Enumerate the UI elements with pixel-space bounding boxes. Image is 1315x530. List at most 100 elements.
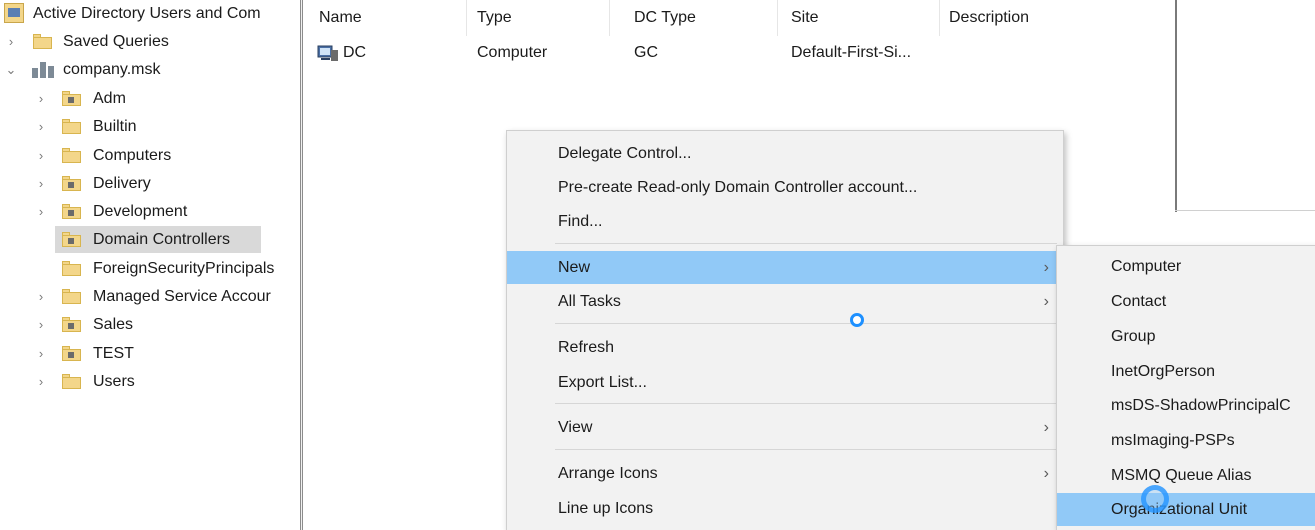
tree-item-label: Delivery bbox=[93, 175, 151, 192]
tree-item-builtin[interactable]: › Builtin bbox=[0, 113, 300, 140]
column-divider[interactable] bbox=[939, 0, 940, 36]
menu-item-precreate-rodc[interactable]: Pre-create Read-only Domain Controller a… bbox=[507, 171, 1063, 204]
console-tree[interactable]: Active Directory Users and Com › Saved Q… bbox=[0, 0, 300, 530]
tree-item-label: Sales bbox=[93, 316, 134, 333]
domain-icon bbox=[32, 62, 54, 78]
new-submenu: Computer Contact Group InetOrgPerson msD… bbox=[1056, 245, 1315, 530]
menu-item-new[interactable]: New › bbox=[507, 251, 1063, 284]
folder-icon bbox=[33, 34, 52, 49]
submenu-item-msimaging-psps[interactable]: msImaging-PSPs bbox=[1057, 424, 1315, 457]
menu-item-label: Arrange Icons bbox=[558, 465, 658, 482]
tree-root-label: Active Directory Users and Com bbox=[33, 5, 261, 22]
menu-item-label: Contact bbox=[1111, 293, 1167, 310]
list-cell-type: Computer bbox=[477, 44, 548, 61]
chevron-right-icon[interactable]: › bbox=[34, 85, 48, 112]
submenu-item-computer[interactable]: Computer bbox=[1057, 250, 1315, 283]
chevron-right-icon[interactable]: › bbox=[34, 142, 48, 169]
menu-item-label: msDS-ShadowPrincipalC bbox=[1111, 397, 1291, 414]
menu-item-arrange-icons[interactable]: Arrange Icons › bbox=[507, 457, 1063, 490]
tree-item-adm[interactable]: › Adm bbox=[0, 85, 300, 112]
window-border bbox=[1175, 0, 1177, 212]
menu-item-label: View bbox=[558, 419, 593, 436]
chevron-right-icon[interactable]: › bbox=[34, 340, 48, 367]
menu-item-export-list[interactable]: Export List... bbox=[507, 366, 1063, 399]
ou-folder-icon bbox=[62, 176, 81, 191]
tree-item-development[interactable]: › Development bbox=[0, 198, 300, 225]
tree-item-domain[interactable]: ⌄ company.msk bbox=[0, 56, 300, 83]
submenu-item-msds-shadowprincipal[interactable]: msDS-ShadowPrincipalC bbox=[1057, 389, 1315, 422]
menu-item-refresh[interactable]: Refresh bbox=[507, 331, 1063, 364]
chevron-right-icon[interactable]: › bbox=[4, 28, 18, 55]
tree-item-users[interactable]: › Users bbox=[0, 368, 300, 395]
chevron-right-icon: › bbox=[1043, 465, 1049, 482]
chevron-right-icon[interactable]: › bbox=[34, 170, 48, 197]
menu-item-label: Delegate Control... bbox=[558, 145, 692, 162]
chevron-right-icon[interactable]: › bbox=[34, 283, 48, 310]
column-header-site[interactable]: Site bbox=[791, 7, 819, 29]
tree-item-computers[interactable]: › Computers bbox=[0, 142, 300, 169]
tree-item-delivery[interactable]: › Delivery bbox=[0, 170, 300, 197]
menu-item-label: Group bbox=[1111, 328, 1156, 345]
menu-item-delegate-control[interactable]: Delegate Control... bbox=[507, 137, 1063, 170]
chevron-right-icon[interactable]: › bbox=[34, 198, 48, 225]
submenu-item-msmq-queue-alias[interactable]: MSMQ Queue Alias bbox=[1057, 459, 1315, 492]
menu-item-all-tasks[interactable]: All Tasks › bbox=[507, 285, 1063, 318]
column-divider[interactable] bbox=[466, 0, 467, 36]
window-border bbox=[1175, 210, 1315, 211]
list-cell-site: Default-First-Si... bbox=[791, 44, 912, 61]
tree-item-domain-controllers[interactable]: Domain Controllers bbox=[0, 226, 300, 253]
column-divider[interactable] bbox=[777, 0, 778, 36]
domain-controller-icon bbox=[317, 45, 338, 61]
menu-item-find[interactable]: Find... bbox=[507, 205, 1063, 238]
chevron-right-icon[interactable]: › bbox=[34, 368, 48, 395]
tree-item-sales[interactable]: › Sales bbox=[0, 311, 300, 338]
chevron-right-icon[interactable]: › bbox=[34, 113, 48, 140]
ou-folder-icon bbox=[62, 346, 81, 361]
menu-item-label: msImaging-PSPs bbox=[1111, 432, 1235, 449]
tree-item-foreign-security-principals[interactable]: ForeignSecurityPrincipals bbox=[0, 255, 300, 282]
chevron-right-icon: › bbox=[1043, 419, 1049, 436]
ou-folder-icon bbox=[62, 204, 81, 219]
submenu-item-group[interactable]: Group bbox=[1057, 320, 1315, 353]
tree-item-label: ForeignSecurityPrincipals bbox=[93, 260, 275, 277]
tree-item-label: Users bbox=[93, 373, 135, 390]
menu-item-label: InetOrgPerson bbox=[1111, 363, 1216, 380]
folder-icon bbox=[62, 374, 81, 389]
tree-item-label: Development bbox=[93, 203, 188, 220]
tree-item-test[interactable]: › TEST bbox=[0, 340, 300, 367]
submenu-item-contact[interactable]: Contact bbox=[1057, 285, 1315, 318]
submenu-item-organizational-unit[interactable]: Organizational Unit bbox=[1057, 493, 1315, 526]
menu-item-label: Refresh bbox=[558, 339, 615, 356]
chevron-down-icon[interactable]: ⌄ bbox=[4, 56, 18, 83]
tree-item-label: Saved Queries bbox=[63, 33, 169, 50]
tree-item-label: company.msk bbox=[63, 61, 161, 78]
tree-item-managed-service-accounts[interactable]: › Managed Service Accour bbox=[0, 283, 300, 310]
list-cell-name[interactable]: DC bbox=[317, 41, 467, 65]
menu-item-label: Pre-create Read-only Domain Controller a… bbox=[558, 179, 918, 196]
ou-folder-icon bbox=[62, 91, 81, 106]
ou-folder-icon bbox=[62, 232, 81, 247]
busy-cursor-icon bbox=[1141, 485, 1169, 513]
chevron-right-icon[interactable]: › bbox=[34, 311, 48, 338]
tree-root[interactable]: Active Directory Users and Com bbox=[0, 0, 300, 27]
menu-item-label: New bbox=[558, 259, 591, 276]
column-header-name[interactable]: Name bbox=[319, 7, 362, 29]
chevron-right-icon: › bbox=[1043, 259, 1049, 276]
tree-item-saved-queries[interactable]: › Saved Queries bbox=[0, 28, 300, 55]
menu-item-label: Organizational Unit bbox=[1111, 501, 1248, 518]
menu-item-view[interactable]: View › bbox=[507, 411, 1063, 444]
ou-folder-icon bbox=[62, 317, 81, 332]
menu-separator bbox=[555, 403, 1057, 404]
menu-item-line-up-icons[interactable]: Line up Icons bbox=[507, 492, 1063, 525]
menu-item-label: Line up Icons bbox=[558, 500, 654, 517]
chevron-right-icon: › bbox=[1043, 293, 1049, 310]
column-header-dc-type[interactable]: DC Type bbox=[634, 7, 696, 29]
column-header-type[interactable]: Type bbox=[477, 7, 512, 29]
folder-icon bbox=[62, 148, 81, 163]
column-header-description[interactable]: Description bbox=[949, 7, 1029, 29]
menu-item-label: Computer bbox=[1111, 258, 1182, 275]
column-divider[interactable] bbox=[609, 0, 610, 36]
submenu-item-inetorgperson[interactable]: InetOrgPerson bbox=[1057, 355, 1315, 388]
menu-separator bbox=[555, 323, 1057, 324]
tree-item-label: Builtin bbox=[93, 118, 137, 135]
